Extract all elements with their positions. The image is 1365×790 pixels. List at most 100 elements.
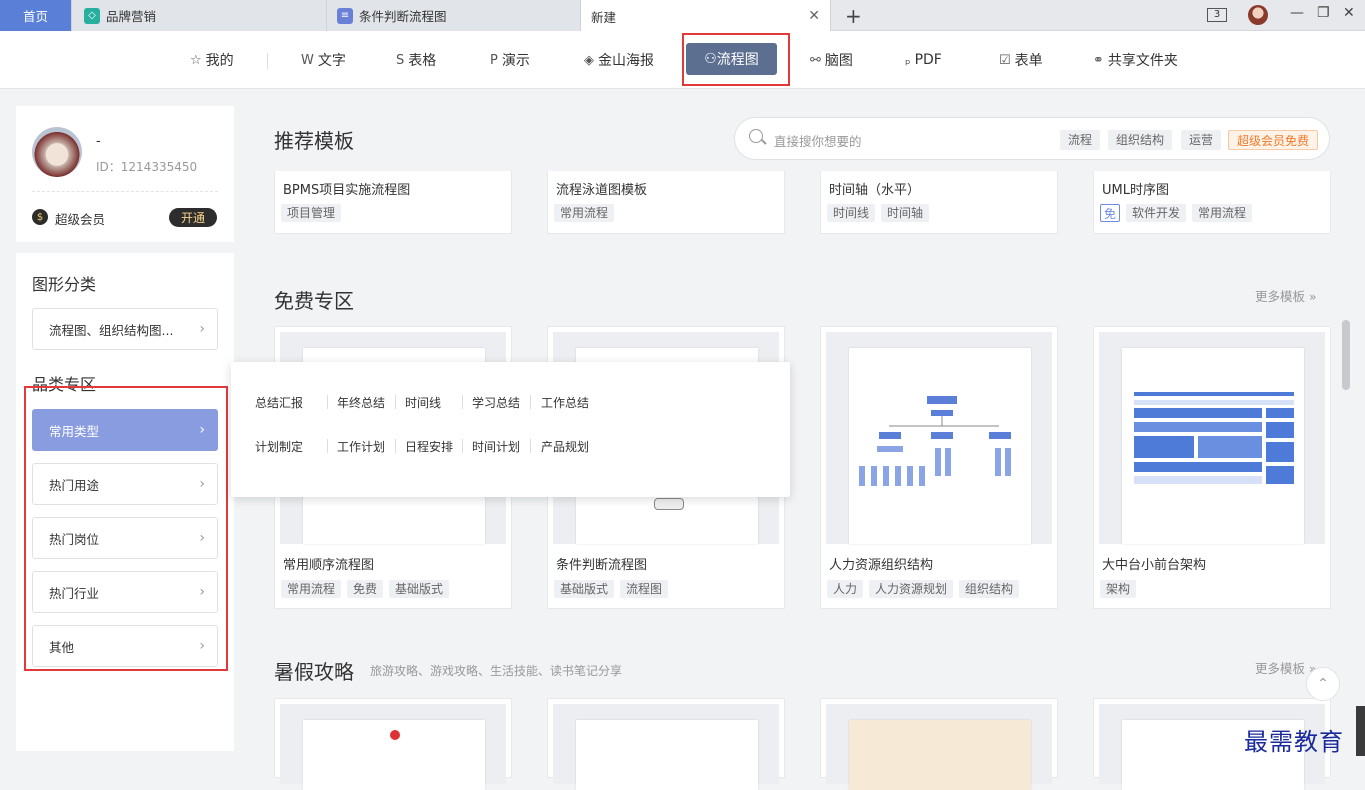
shared-folder-icon: ⚭ <box>1093 52 1104 68</box>
template-thumbnail <box>553 704 779 790</box>
template-card[interactable]: UML时序图 免软件开发 常用流程 <box>1093 171 1331 234</box>
tab-count-badge[interactable]: 3 <box>1207 8 1227 22</box>
card-tags: 时间线 时间轴 <box>827 204 930 222</box>
nav-mine[interactable]: ☆ 我的 <box>190 31 234 89</box>
tab-bar: 首页 ◇ 品牌营销 ≡ 条件判断流程图 新建 ✕ + 3 — ❐ ✕ <box>0 0 1365 32</box>
card-tags: 常用流程 免费 基础版式 <box>281 580 450 598</box>
nav-sheet[interactable]: S 表格 <box>396 31 436 89</box>
nav-writer[interactable]: W 文字 <box>301 31 346 89</box>
card-tags: 人力 人力资源规划 组织结构 <box>827 580 1020 598</box>
template-card[interactable] <box>274 698 512 790</box>
template-card[interactable] <box>547 698 785 790</box>
template-card[interactable]: 流程泳道图模板 常用流程 <box>547 171 785 234</box>
card-title: 流程泳道图模板 <box>556 183 648 198</box>
template-card[interactable]: BPMS项目实施流程图 项目管理 <box>274 171 512 234</box>
tab-label: 品牌营销 <box>106 9 157 24</box>
tab-brand-marketing[interactable]: ◇ 品牌营销 <box>72 0 327 31</box>
form-icon: ☑ <box>999 52 1011 68</box>
flowchart-icon: ≡ <box>337 7 353 24</box>
minimize-icon[interactable]: — <box>1290 5 1304 21</box>
popup-item[interactable]: 计划制定 <box>255 438 303 455</box>
template-card[interactable]: 时间轴（水平） 时间线 时间轴 <box>820 171 1058 234</box>
tag: 基础版式 <box>554 580 615 598</box>
nav-label: 演示 <box>501 53 530 69</box>
vip-icon: $ <box>32 209 48 225</box>
card-tags: 基础版式 流程图 <box>554 580 669 598</box>
nav-label: 文字 <box>317 53 346 69</box>
scrollbar[interactable] <box>1342 320 1350 390</box>
popup-item[interactable]: 产品规划 <box>541 438 589 455</box>
avatar[interactable] <box>32 127 82 177</box>
free-zone-title: 免费专区 <box>274 289 354 313</box>
popup-item[interactable]: 学习总结 <box>472 394 520 411</box>
search-icon <box>749 129 763 143</box>
tag: 基础版式 <box>389 580 450 598</box>
nav-pdf[interactable]: ₚ PDF <box>905 31 942 89</box>
shape-category-select[interactable]: 流程图、组织结构图... › <box>32 308 218 350</box>
template-card[interactable] <box>820 698 1058 790</box>
nav-present[interactable]: P 演示 <box>490 31 530 89</box>
org-chart-preview <box>849 348 1031 544</box>
summer-subtitle: 旅游攻略、游戏攻略、生活技能、读书笔记分享 <box>370 664 623 678</box>
nav-mindmap[interactable]: ⚯ 脑图 <box>810 31 853 89</box>
nav-label: 金山海报 <box>598 53 654 69</box>
nav-poster[interactable]: ◈ 金山海报 <box>584 31 654 89</box>
popup-item[interactable]: 时间线 <box>405 394 441 411</box>
back-to-top-icon[interactable]: ⌃ <box>1306 667 1340 701</box>
pdf-icon: ₚ <box>905 52 911 68</box>
popup-item[interactable]: 时间计划 <box>472 438 520 455</box>
shape-category-title: 图形分类 <box>32 275 97 294</box>
tag: 架构 <box>1100 580 1137 598</box>
close-icon[interactable]: ✕ <box>808 8 820 24</box>
tag: 时间线 <box>827 204 876 222</box>
tag: 免费 <box>347 580 384 598</box>
tag: 流程图 <box>620 580 669 598</box>
popup-item[interactable]: 工作总结 <box>541 394 589 411</box>
user-card: - ID：1214335450 $ 超级会员 开通 <box>16 106 234 242</box>
nav-label: 我的 <box>205 53 234 69</box>
nav-form[interactable]: ☑ 表单 <box>999 31 1043 89</box>
tab-home-label: 首页 <box>22 9 48 24</box>
search-placeholder: 直接搜你想要的 <box>774 134 862 149</box>
search-tag[interactable]: 流程 <box>1060 130 1101 150</box>
popup-divider <box>327 439 328 453</box>
more-templates-link[interactable]: 更多模板 » <box>1255 658 1317 677</box>
template-thumbnail <box>1099 332 1325 544</box>
template-card[interactable]: 大中台小前台架构 架构 <box>1093 326 1331 609</box>
architecture-preview <box>1122 348 1304 544</box>
close-window-icon[interactable]: ✕ <box>1343 5 1355 21</box>
nav-shared-folder[interactable]: ⚭ 共享文件夹 <box>1093 31 1178 89</box>
tab-new[interactable]: 新建 ✕ <box>581 0 831 32</box>
search-input[interactable]: 直接搜你想要的 流程 组织结构 运营 超级会员免费 <box>734 117 1330 160</box>
popup-item[interactable]: 日程安排 <box>405 438 453 455</box>
card-tags: 项目管理 <box>281 204 342 222</box>
star-icon: ☆ <box>190 52 202 68</box>
tab-label: 新建 <box>591 9 617 25</box>
tag: 常用流程 <box>281 580 342 598</box>
more-templates-link[interactable]: 更多模板 » <box>1255 286 1317 305</box>
search-tag[interactable]: 组织结构 <box>1108 130 1173 150</box>
card-tags: 常用流程 <box>554 204 615 222</box>
restore-icon[interactable]: ❐ <box>1317 5 1330 21</box>
popup-item[interactable]: 工作计划 <box>337 438 385 455</box>
tab-home[interactable]: 首页 <box>0 0 72 31</box>
user-name: - <box>96 134 101 149</box>
search-tag-vip[interactable]: 超级会员免费 <box>1228 130 1319 150</box>
chevron-right-icon: › <box>199 321 205 337</box>
popup-divider <box>395 395 396 409</box>
tag: 软件开发 <box>1126 204 1187 222</box>
open-vip-button[interactable]: 开通 <box>169 208 217 227</box>
divider <box>32 191 218 192</box>
template-thumbnail <box>826 332 1052 544</box>
popup-item[interactable]: 总结汇报 <box>255 394 303 411</box>
nav-label: 表格 <box>408 53 437 69</box>
template-card[interactable]: 人力资源组织结构 人力 人力资源规划 组织结构 <box>820 326 1058 609</box>
add-tab-icon[interactable]: + <box>845 4 862 28</box>
category-dropdown-popup: 总结汇报 年终总结 时间线 学习总结 工作总结 计划制定 工作计划 日程安排 时… <box>231 362 790 497</box>
tab-flowchart-doc[interactable]: ≡ 条件判断流程图 <box>327 0 581 31</box>
card-tags: 架构 <box>1100 580 1137 598</box>
user-avatar-icon[interactable] <box>1248 5 1268 25</box>
search-tag[interactable]: 运营 <box>1181 130 1222 150</box>
popup-divider <box>462 395 463 409</box>
popup-item[interactable]: 年终总结 <box>337 394 385 411</box>
